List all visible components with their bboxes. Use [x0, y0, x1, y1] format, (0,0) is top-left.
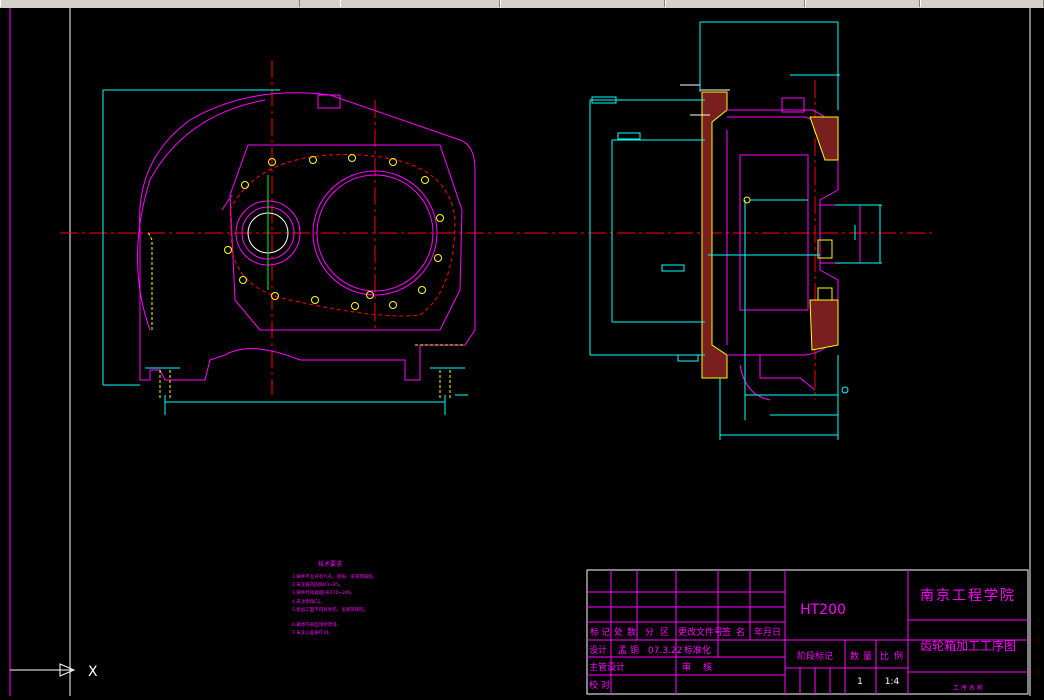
front-view — [60, 60, 530, 415]
technical-notes: 技术要求 1.铸件不允许有气孔、砂眼、夹渣等缺陷。 2.未注铸造圆角R3~R5。… — [292, 560, 377, 636]
cell-label: 设计 — [589, 644, 607, 656]
cell-label: 例 — [894, 650, 903, 662]
cell-label: 处 — [614, 626, 623, 638]
color-dropdown[interactable] — [340, 0, 500, 7]
cell-label: 审 — [682, 661, 691, 673]
cell-label: 分 — [645, 627, 654, 638]
plotstyle-dropdown[interactable] — [805, 0, 920, 7]
cell-label: 数 — [627, 626, 636, 638]
cell-label: 标准化 — [684, 644, 711, 656]
cell-label: 校 — [589, 679, 598, 691]
material-label: HT200 — [800, 602, 846, 618]
ucs-icon: X — [10, 663, 98, 680]
cad-drawing: 技术要求 1.铸件不允许有气孔、砂眼、夹渣等缺陷。 2.未注铸造圆角R3~R5。… — [9, 8, 1031, 696]
notes-line: 4.未注倒角C1。 — [292, 598, 325, 605]
section-view — [530, 21, 935, 440]
cell-label: 对 — [601, 679, 610, 691]
cell-label: 数 — [850, 650, 859, 662]
notes-line: 7.未注公差按IT14。 — [292, 629, 333, 636]
cell-label: 孟 — [618, 645, 627, 656]
cell-label: 阶段标记 — [797, 650, 833, 662]
qty-value: 1 — [857, 677, 863, 687]
drawing-title: 齿轮箱加工工序图 — [920, 638, 1016, 653]
cell-label: 年月日 — [754, 626, 781, 638]
cell-label: 更改文件号 — [678, 626, 723, 638]
cell-label: 标 — [590, 626, 599, 638]
school-name: 南京工程学院 — [920, 588, 1016, 604]
cell-label: 主管设计 — [589, 661, 625, 673]
drawing-canvas[interactable]: 技术要求 1.铸件不允许有气孔、砂眼、夹渣等缺陷。 2.未注铸造圆角R3~R5。… — [0, 8, 1044, 696]
notes-line: 6.箱体内表面涂防锈漆。 — [292, 621, 341, 628]
title-block: HT200 南京工程学院 齿轮箱加工工序图 工 序 名 称 标 记 处 数 分 … — [586, 569, 1029, 695]
layer-dropdown[interactable] — [0, 0, 300, 7]
cell-label: 区 — [660, 627, 669, 638]
notes-line: 5.各加工面不得有划伤、毛刺等缺陷。 — [292, 606, 368, 613]
notes-title: 技术要求 — [318, 560, 342, 568]
notes-line: 3.铸件时效处理HB170~240。 — [292, 589, 355, 596]
lineweight-dropdown[interactable] — [665, 0, 805, 7]
linetype-dropdown[interactable] — [500, 0, 665, 7]
cell-label: 量 — [863, 651, 872, 662]
scale-value: 1:4 — [885, 677, 900, 687]
cell-label: 07.3.22 — [648, 646, 682, 656]
ucs-x-label: X — [88, 664, 98, 680]
extra-dropdown[interactable] — [920, 0, 1044, 7]
cell-label: 铜 — [630, 644, 639, 656]
cell-label: 名 — [736, 626, 745, 638]
notes-line: 2.未注铸造圆角R3~R5。 — [292, 581, 344, 588]
cell-label: 签 — [722, 626, 731, 638]
footer-label: 工 序 名 称 — [953, 684, 983, 692]
cell-label: 核 — [703, 661, 712, 673]
cell-label: 记 — [601, 627, 610, 638]
notes-line: 1.铸件不允许有气孔、砂眼、夹渣等缺陷。 — [292, 573, 377, 580]
cell-label: 比 — [880, 650, 889, 662]
autocad-toolbar — [0, 0, 1044, 8]
